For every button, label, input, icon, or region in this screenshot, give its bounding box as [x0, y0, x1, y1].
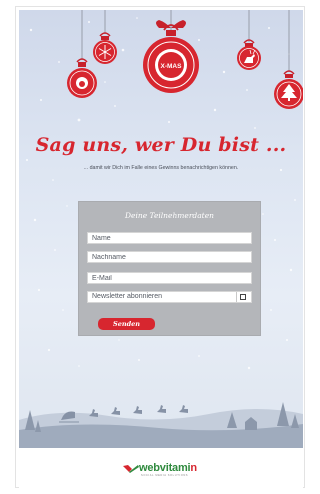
logo-mark-icon	[123, 465, 139, 473]
newsletter-divider	[236, 292, 237, 302]
logo-text: webvitamin	[139, 462, 197, 474]
xmas-ornament-icon: X-MAS	[143, 20, 199, 93]
winter-landscape-silhouette	[19, 402, 303, 448]
page-subline: ... damit wir Dich im Falle eines Gewinn…	[83, 165, 239, 171]
email-input[interactable]	[87, 272, 252, 284]
svg-text:X-MAS: X-MAS	[161, 63, 183, 70]
page-headline: Sag uns, wer Du bist ...	[35, 134, 287, 156]
participant-form: Deine Teilnehmerdaten Newsletter abonnie…	[78, 201, 261, 336]
santa-ornament-icon	[67, 58, 97, 98]
form-title: Deine Teilnehmerdaten	[125, 211, 214, 220]
footer: webvitamin SOCIAL MEDIA SOLUTIONS	[19, 448, 303, 488]
lastname-input[interactable]	[87, 251, 252, 263]
reindeer-ornament-icon	[237, 39, 261, 70]
newsletter-label: Newsletter abonnieren	[92, 293, 163, 300]
tree-ornament-icon	[274, 70, 303, 109]
newsletter-checkbox[interactable]	[240, 294, 246, 300]
christmas-ornaments: X-MAS	[67, 10, 303, 109]
name-input[interactable]	[87, 232, 252, 244]
newsletter-option[interactable]: Newsletter abonnieren	[87, 291, 252, 303]
send-button[interactable]: Senden	[98, 318, 155, 330]
winter-scene: X-MAS Sag uns, wer Du bist ... ... damit…	[19, 10, 303, 448]
logo-tagline: SOCIAL MEDIA SOLUTIONS	[141, 474, 189, 477]
webvitamin-logo[interactable]: webvitamin SOCIAL MEDIA SOLUTIONS	[123, 462, 203, 477]
snowflake-ornament-icon	[93, 32, 117, 64]
page-frame: X-MAS Sag uns, wer Du bist ... ... damit…	[15, 6, 305, 488]
